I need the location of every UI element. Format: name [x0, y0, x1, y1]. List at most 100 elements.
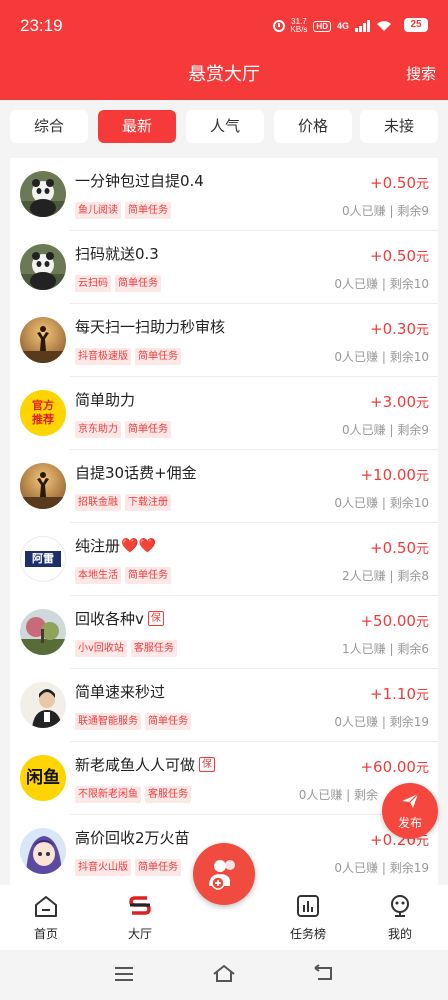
home-nav-icon[interactable] — [212, 963, 236, 983]
guarantee-badge: 保 — [199, 757, 216, 772]
task-title: 扫码就送0.3 — [75, 245, 159, 263]
avatar — [20, 682, 66, 728]
task-stats: 0人已赚 | 剩余9 — [342, 204, 429, 218]
task-title: 回收各种v 保 — [75, 608, 164, 629]
tab-popular[interactable]: 人气 — [186, 110, 264, 143]
add-group-icon — [209, 860, 235, 890]
task-price: +0.50元 — [370, 539, 429, 557]
hd-icon: HD — [313, 20, 331, 32]
task-price: +0.50元 — [370, 174, 429, 192]
signal-icon — [355, 20, 370, 32]
publish-button[interactable]: 发布 — [382, 783, 438, 839]
task-tag: 简单任务 — [125, 567, 171, 584]
tab-price[interactable]: 价格 — [274, 110, 352, 143]
task-price: +0.30元 — [370, 320, 429, 338]
task-stats: 0人已赚 | 剩余19 — [334, 861, 429, 875]
chart-icon — [297, 895, 319, 917]
task-item[interactable]: 闲鱼 新老咸鱼人人可做保 不限新老闲鱼 客服任务 +60.00元 0人已赚 | 剩… — [10, 742, 438, 815]
task-tag: 简单任务 — [125, 421, 171, 438]
task-title: 高价回收2万火苗 — [75, 829, 190, 847]
task-item[interactable]: 自提30话费+佣金 招联金融 下载注册 +10.00元 0人已赚 | 剩余10 — [10, 450, 438, 523]
task-item[interactable]: 回收各种v 保 小v回收站 客服任务 +50.00元 1人已赚 | 剩余6 — [10, 596, 438, 669]
task-tag: 抖音火山版 — [75, 859, 131, 876]
task-price: +1.10元 — [370, 685, 429, 703]
system-nav-bar — [0, 950, 448, 1000]
tab-latest[interactable]: 最新 — [98, 110, 176, 143]
task-tag: 云扫码 — [75, 275, 111, 292]
task-tag: 客服任务 — [130, 640, 177, 657]
avatar: 官方 推荐 — [20, 390, 66, 436]
task-price: +10.00元 — [360, 466, 429, 484]
nav-hall[interactable]: 大厅 — [110, 893, 170, 942]
net-speed: 31.7 KB/s — [290, 17, 308, 34]
network-type: 4G — [336, 21, 349, 31]
task-tag: 简单任务 — [135, 348, 181, 365]
task-tag: 不限新老闲鱼 — [75, 786, 141, 803]
task-title: 新老咸鱼人人可做保 — [75, 754, 216, 775]
task-title: 纯注册 ❤️❤️ — [75, 537, 156, 555]
status-time: 23:19 — [20, 16, 63, 35]
task-price: +0.50元 — [370, 247, 429, 265]
hall-icon — [129, 896, 151, 915]
heart-icon: ❤️❤️ — [121, 537, 156, 554]
task-stats: 0人已赚 | 剩余19 — [334, 715, 429, 729]
task-tag: 抖音极速版 — [75, 348, 131, 365]
status-bar: 23:19 31.7 KB/s HD 4G 25 — [0, 0, 448, 52]
nav-home[interactable]: 首页 — [16, 893, 76, 942]
avatar — [20, 609, 66, 655]
avatar — [20, 463, 66, 509]
task-tag: 京东助力 — [75, 421, 121, 438]
nav-profile[interactable]: 我的 — [370, 893, 430, 942]
task-tag: 招联金融 — [75, 494, 121, 511]
task-item[interactable]: 官方 推荐 简单助力 京东助力 简单任务 +3.00元 0人已赚 | 剩余9 — [10, 377, 438, 450]
task-stats: 1人已赚 | 剩余6 — [342, 642, 429, 656]
task-title: 每天扫一扫助力秒审核 — [75, 318, 226, 336]
task-item[interactable]: 阿雷 纯注册 ❤️❤️ 本地生活 简单任务 +0.50元 2人已赚 | 剩余8 — [10, 523, 438, 596]
task-item[interactable]: 扫码就送0.3 云扫码 简单任务 +0.50元 0人已赚 | 剩余10 — [10, 231, 438, 304]
header-bar: 悬赏大厅 搜索 — [0, 52, 448, 100]
guarantee-badge: 保 — [147, 611, 164, 626]
back-icon[interactable] — [312, 964, 334, 982]
task-item[interactable]: 每天扫一扫助力秒审核 抖音极速版 简单任务 +0.30元 0人已赚 | 剩余10 — [10, 304, 438, 377]
task-tag: 简单任务 — [135, 859, 181, 876]
battery-icon: 25 — [404, 18, 428, 32]
task-stats: 0人已赚 | 剩余10 — [334, 350, 429, 364]
publish-label: 发布 — [397, 816, 422, 830]
task-item[interactable]: 一分钟包过自提0.4 鱼儿阅读 简单任务 +0.50元 0人已赚 | 剩余9 — [10, 158, 438, 231]
task-list: 一分钟包过自提0.4 鱼儿阅读 简单任务 +0.50元 0人已赚 | 剩余9 扫码… — [10, 158, 438, 885]
home-icon — [35, 896, 57, 917]
task-tag: 小v回收站 — [75, 640, 127, 657]
task-tag: 本地生活 — [75, 567, 121, 584]
tab-unaccepted[interactable]: 未接 — [360, 110, 438, 143]
task-tag: 简单任务 — [145, 713, 191, 730]
nav-task-ranking[interactable]: 任务榜 — [278, 893, 338, 942]
avatar — [20, 317, 66, 363]
profile-icon — [391, 895, 409, 917]
center-action-button[interactable] — [193, 843, 255, 905]
task-stats: 0人已赚 | 剩余9 — [342, 423, 429, 437]
task-tag: 联通智能服务 — [75, 713, 141, 730]
page-title: 悬赏大厅 — [188, 64, 260, 85]
task-stats: 2人已赚 | 剩余8 — [342, 569, 429, 583]
task-tag: 下载注册 — [125, 494, 171, 511]
task-tag: 简单任务 — [115, 275, 161, 292]
wifi-icon — [377, 21, 391, 31]
task-tag: 简单任务 — [125, 202, 171, 219]
task-stats: 0人已赚 | 剩余10 — [334, 277, 429, 291]
task-title: 简单速来秒过 — [75, 683, 166, 701]
task-title: 一分钟包过自提0.4 — [75, 172, 204, 190]
avatar — [20, 244, 66, 290]
task-stats: 0人已赚 | 剩余 — [298, 788, 378, 802]
task-title: 自提30话费+佣金 — [75, 464, 197, 482]
task-price: +50.00元 — [360, 612, 429, 630]
task-item[interactable]: 简单速来秒过 联通智能服务 简单任务 +1.10元 0人已赚 | 剩余19 — [10, 669, 438, 742]
avatar — [20, 828, 66, 874]
task-price: +60.00元 — [360, 758, 429, 776]
menu-icon[interactable] — [114, 966, 134, 982]
avatar — [20, 171, 66, 217]
tab-comprehensive[interactable]: 综合 — [10, 110, 88, 143]
avatar: 阿雷 — [20, 536, 66, 582]
task-price: +3.00元 — [370, 393, 429, 411]
search-button[interactable]: 搜索 — [406, 63, 436, 84]
task-stats: 0人已赚 | 剩余10 — [334, 496, 429, 510]
